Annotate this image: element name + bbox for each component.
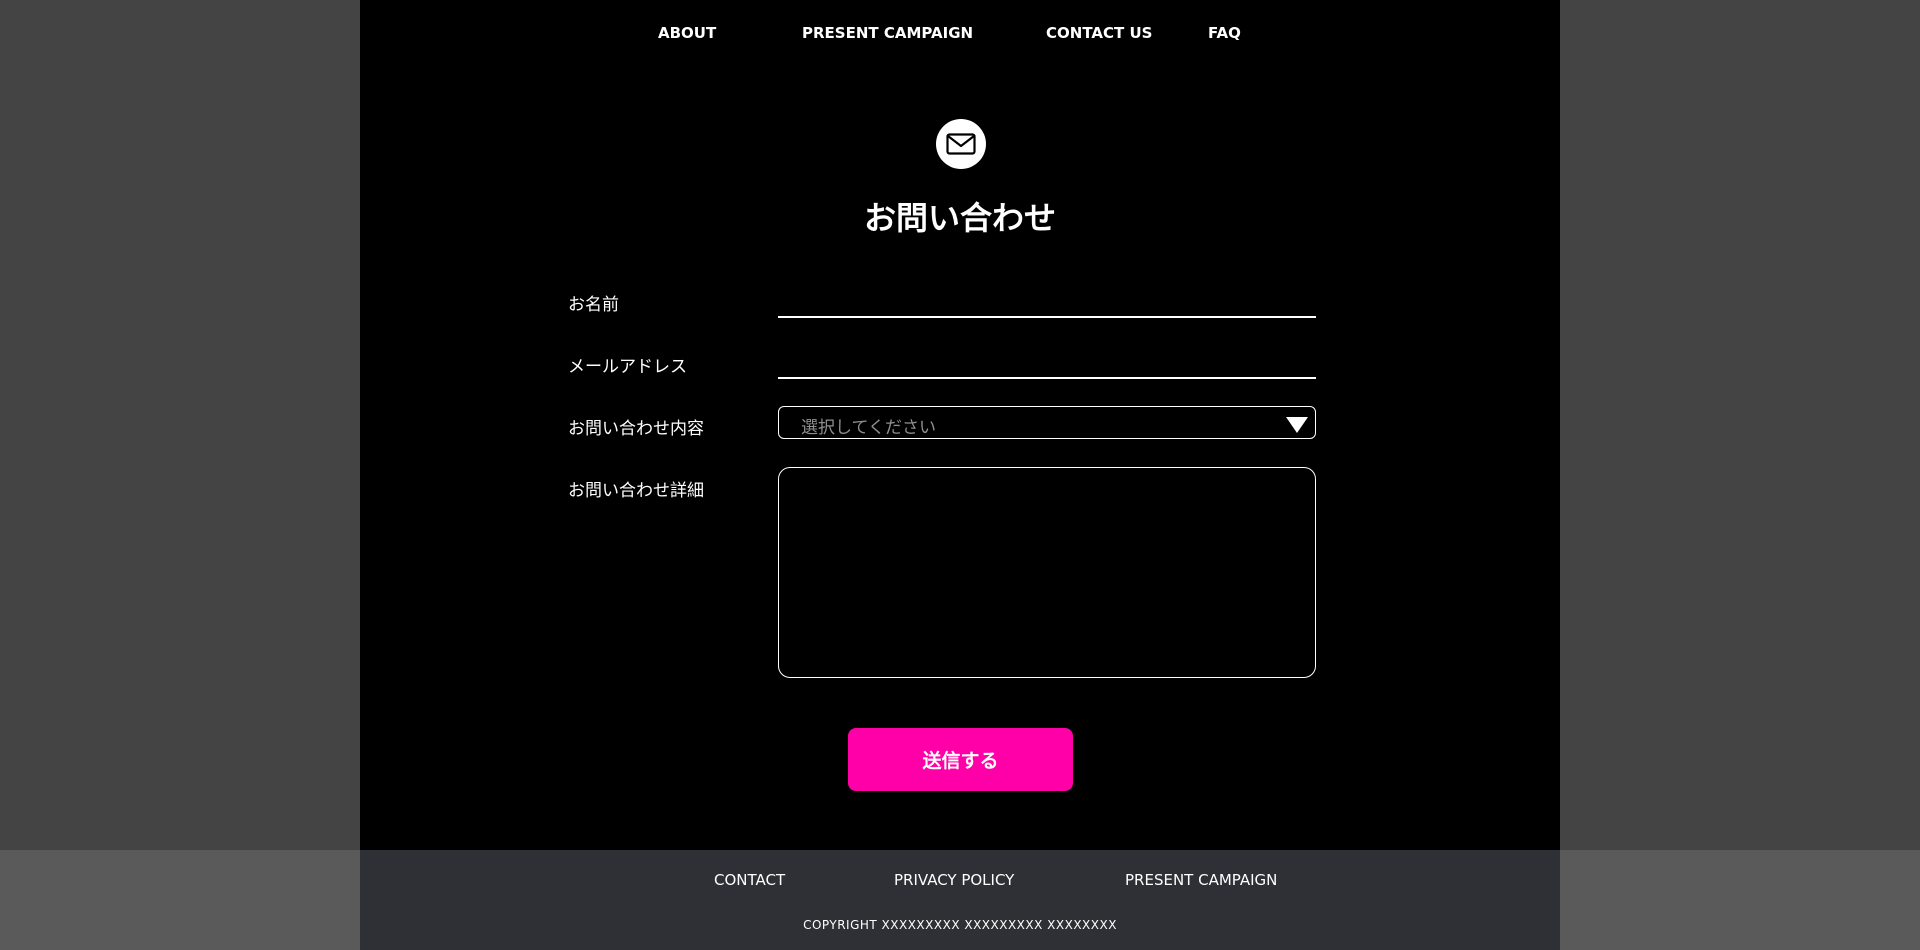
footer: CONTACT PRIVACY POLICY PRESENT CAMPAIGN … bbox=[360, 850, 1560, 950]
name-field[interactable] bbox=[778, 292, 1316, 318]
top-nav: ABOUT PRESENT CAMPAIGN CONTACT US FAQ bbox=[360, 0, 1560, 68]
submit-button[interactable]: 送信する bbox=[848, 728, 1073, 791]
email-field[interactable] bbox=[778, 353, 1316, 379]
dropdown-arrow-icon bbox=[1286, 417, 1308, 433]
select-placeholder: 選択してください bbox=[801, 418, 936, 438]
copyright-text: COPYRIGHT XXXXXXXXX XXXXXXXXX XXXXXXXX bbox=[803, 918, 1117, 932]
inquiry-type-select[interactable]: 選択してください bbox=[778, 406, 1316, 439]
inquiry-type-label: お問い合わせ内容 bbox=[568, 419, 704, 439]
nav-item-contact-us[interactable]: CONTACT US bbox=[1046, 24, 1152, 42]
footer-link-present-campaign[interactable]: PRESENT CAMPAIGN bbox=[1125, 871, 1277, 889]
footer-side-left bbox=[0, 850, 360, 950]
nav-item-present-campaign[interactable]: PRESENT CAMPAIGN bbox=[802, 24, 973, 42]
inquiry-detail-label: お問い合わせ詳細 bbox=[568, 481, 704, 501]
footer-side-right bbox=[1560, 850, 1920, 950]
inquiry-detail-textarea[interactable] bbox=[778, 467, 1316, 678]
name-label: お名前 bbox=[568, 295, 619, 315]
email-label: メールアドレス bbox=[568, 357, 687, 377]
main-page: ABOUT PRESENT CAMPAIGN CONTACT US FAQ お問… bbox=[360, 0, 1560, 850]
page-title: お問い合わせ bbox=[863, 199, 1056, 237]
footer-link-privacy-policy[interactable]: PRIVACY POLICY bbox=[894, 871, 1014, 889]
nav-item-about[interactable]: ABOUT bbox=[658, 24, 716, 42]
nav-item-faq[interactable]: FAQ bbox=[1208, 24, 1241, 42]
mail-icon bbox=[936, 119, 986, 169]
footer-link-contact[interactable]: CONTACT bbox=[714, 871, 785, 889]
